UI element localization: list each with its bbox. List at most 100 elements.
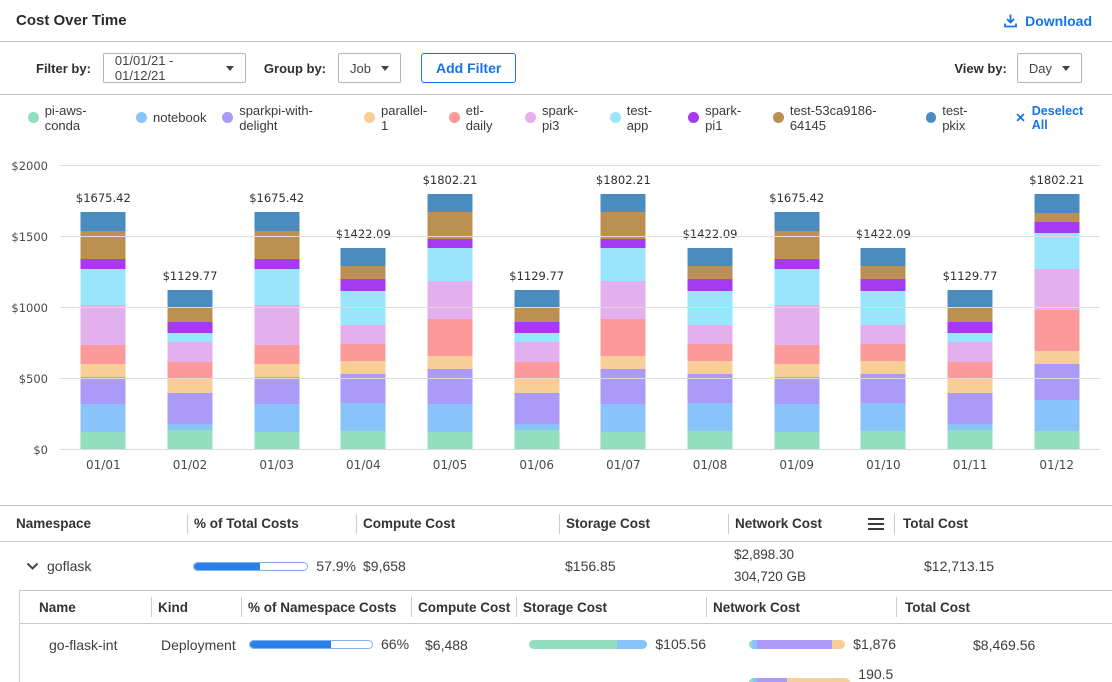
group-by-select[interactable]: Job [338,53,401,83]
bar-segment-pi-aws-conda[interactable] [1034,431,1079,450]
bar-segment-pi-aws-conda[interactable] [948,430,993,450]
bar-segment-test-pkix[interactable] [168,290,213,308]
column-header-total[interactable]: Total Cost [894,516,1112,531]
bar-segment-test-pkix[interactable] [514,290,559,308]
legend-item[interactable]: spark-pi1 [688,103,757,133]
bar-segment-pi-aws-conda[interactable] [81,432,126,450]
stacked-bar[interactable] [341,248,386,450]
column-settings-icon[interactable] [868,518,884,530]
bar-segment-etl-daily[interactable] [428,319,473,356]
bar-segment-sparkpi-with-delight[interactable] [1034,364,1079,400]
bar-segment-sparkpi-with-delight[interactable] [601,369,646,404]
bar-segment-notebook[interactable] [341,403,386,432]
add-filter-button[interactable]: Add Filter [421,53,516,83]
bar-segment-test-pkix[interactable] [601,194,646,212]
legend-item[interactable]: sparkpi-with-delight [222,103,348,133]
column-header-pct-total[interactable]: % of Total Costs [187,516,356,531]
bar-segment-test-53ca9186-64145[interactable] [1034,213,1079,222]
bar-segment-test-app[interactable] [428,248,473,281]
download-button[interactable]: Download [1003,13,1092,29]
stacked-bar[interactable] [81,212,126,450]
column-header-compute[interactable]: Compute Cost [356,516,559,531]
legend-item[interactable]: test-53ca9186-64145 [773,103,909,133]
bar-segment-test-pkix[interactable] [81,212,126,230]
column-header-compute[interactable]: Compute Cost [411,600,516,615]
view-by-select[interactable]: Day [1017,53,1082,83]
stacked-bar[interactable] [168,290,213,450]
bar-segment-sparkpi-with-delight[interactable] [948,393,993,424]
bar-segment-test-app[interactable] [514,333,559,341]
bar-segment-test-app[interactable] [1034,233,1079,269]
bar-segment-spark-pi3[interactable] [81,305,126,344]
bar-segment-test-53ca9186-64145[interactable] [254,231,299,259]
bar-segment-test-app[interactable] [774,269,819,305]
bar-segment-spark-pi3[interactable] [514,342,559,363]
bar-segment-spark-pi1[interactable] [1034,222,1079,233]
bar-segment-spark-pi1[interactable] [688,279,733,291]
bar-segment-test-53ca9186-64145[interactable] [861,266,906,279]
bar-segment-test-app[interactable] [168,333,213,341]
column-header-storage[interactable]: Storage Cost [516,600,706,615]
bar-segment-spark-pi1[interactable] [168,322,213,333]
bar-segment-notebook[interactable] [688,403,733,432]
bar-segment-test-53ca9186-64145[interactable] [774,231,819,259]
bar-segment-spark-pi1[interactable] [861,279,906,291]
stacked-bar[interactable] [688,248,733,450]
bar-segment-spark-pi3[interactable] [341,325,386,344]
bar-segment-spark-pi3[interactable] [948,342,993,363]
stacked-bar[interactable] [514,290,559,450]
legend-item[interactable]: pi-aws-conda [28,103,120,133]
chevron-down-icon[interactable] [26,562,39,571]
bar-segment-notebook[interactable] [861,403,906,432]
bar-segment-parallel-1[interactable] [428,356,473,369]
bar-segment-etl-daily[interactable] [514,362,559,378]
bar-segment-test-53ca9186-64145[interactable] [601,212,646,239]
bar-segment-test-pkix[interactable] [341,248,386,266]
bar-segment-pi-aws-conda[interactable] [861,431,906,450]
column-header-storage[interactable]: Storage Cost [559,516,728,531]
stacked-bar[interactable] [861,248,906,450]
bar-segment-parallel-1[interactable] [168,378,213,393]
bar-segment-parallel-1[interactable] [81,364,126,377]
bar-segment-etl-daily[interactable] [774,345,819,365]
stacked-bar[interactable] [601,194,646,450]
bar-segment-etl-daily[interactable] [254,345,299,365]
bar-segment-notebook[interactable] [254,404,299,432]
column-header-kind[interactable]: Kind [151,600,241,615]
bar-segment-test-pkix[interactable] [428,194,473,212]
bar-segment-test-app[interactable] [254,269,299,305]
bar-segment-etl-daily[interactable] [688,344,733,361]
bar-segment-test-pkix[interactable] [254,212,299,230]
bar-segment-notebook[interactable] [428,404,473,432]
bar-segment-sparkpi-with-delight[interactable] [774,377,819,404]
stacked-bar[interactable] [428,194,473,450]
bar-segment-etl-daily[interactable] [601,319,646,356]
bar-segment-parallel-1[interactable] [861,361,906,374]
bar-segment-test-app[interactable] [601,248,646,281]
legend-item[interactable]: notebook [136,110,207,125]
column-header-total[interactable]: Total Cost [896,600,1112,615]
bar-segment-test-pkix[interactable] [1034,194,1079,213]
bar-segment-spark-pi1[interactable] [514,322,559,333]
bar-segment-etl-daily[interactable] [341,344,386,361]
bar-segment-spark-pi1[interactable] [254,259,299,269]
bar-segment-notebook[interactable] [774,404,819,432]
bar-segment-etl-daily[interactable] [948,362,993,378]
bar-segment-spark-pi3[interactable] [861,325,906,344]
bar-segment-spark-pi3[interactable] [428,281,473,319]
bar-segment-etl-daily[interactable] [1034,310,1079,351]
bar-segment-test-53ca9186-64145[interactable] [428,212,473,239]
column-header-pct-namespace[interactable]: % of Namespace Costs [241,600,411,615]
date-range-select[interactable]: 01/01/21 - 01/12/21 [103,53,246,83]
bar-segment-pi-aws-conda[interactable] [428,432,473,450]
bar-segment-notebook[interactable] [1034,400,1079,431]
bar-segment-test-53ca9186-64145[interactable] [168,308,213,323]
bar-segment-spark-pi3[interactable] [688,325,733,344]
bar-segment-parallel-1[interactable] [514,378,559,393]
bar-segment-test-53ca9186-64145[interactable] [81,231,126,259]
column-header-network[interactable]: Network Cost [728,516,894,531]
bar-segment-etl-daily[interactable] [81,345,126,365]
bar-segment-pi-aws-conda[interactable] [341,431,386,450]
bar-segment-test-app[interactable] [81,269,126,305]
bar-segment-spark-pi1[interactable] [948,322,993,333]
